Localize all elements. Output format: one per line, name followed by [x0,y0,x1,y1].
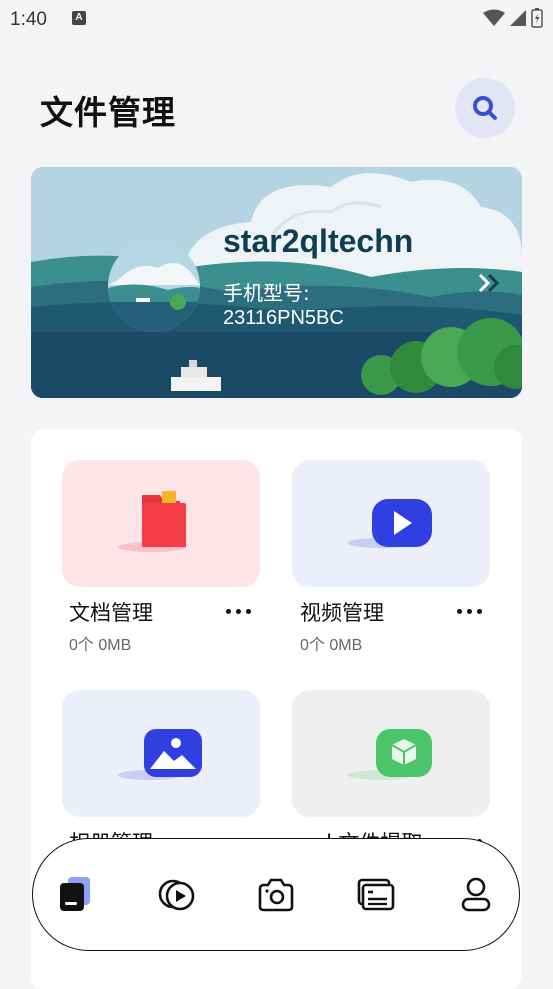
tile-videos[interactable] [292,460,490,587]
profile-banner[interactable]: star2qltechn 手机型号: 23116PN5BC [31,167,522,398]
tile-label-videos: 视频管理 [300,601,384,625]
nav-item-card[interactable] [354,873,398,917]
profile-icon [461,877,491,912]
nav-item-video[interactable] [156,873,200,917]
card-icon [357,878,395,911]
wifi-icon [483,9,505,26]
package-icon [348,728,432,780]
video-icon [158,879,195,911]
more-options-documents[interactable] [225,607,255,615]
tile-count-videos: 0个 0MB [300,637,363,654]
nav-item-camera[interactable] [255,873,299,917]
status-bar: 1:40 A [0,0,553,40]
folder-icon [118,490,186,552]
tile-label-documents: 文档管理 [69,601,153,625]
signal-icon [510,10,526,26]
battery-icon [531,8,543,28]
nav-item-files[interactable] [52,873,96,917]
camera-icon [258,878,294,912]
search-button[interactable] [455,78,515,138]
video-play-icon [348,498,432,548]
file-manage-icon [60,877,90,911]
notification-icon: A [72,11,86,25]
nav-item-profile[interactable] [454,873,498,917]
image-icon [118,728,202,780]
status-indicators [483,8,543,28]
status-time: 1:40 [10,9,47,30]
user-name: star2qltechn [223,223,414,259]
page-title: 文件管理 [40,93,176,132]
tile-count-documents: 0个 0MB [69,637,132,654]
double-chevron-right-icon[interactable] [477,271,501,299]
tile-apk[interactable] [292,690,490,817]
avatar-image [108,240,200,332]
search-icon [473,96,497,120]
avatar [108,240,200,332]
bottom-nav [32,838,520,951]
more-options-videos[interactable] [456,607,486,615]
tile-documents[interactable] [62,460,260,587]
tile-album[interactable] [62,690,260,817]
device-model-label: 手机型号: [223,281,310,305]
device-model-value: 23116PN5BC [223,307,344,329]
